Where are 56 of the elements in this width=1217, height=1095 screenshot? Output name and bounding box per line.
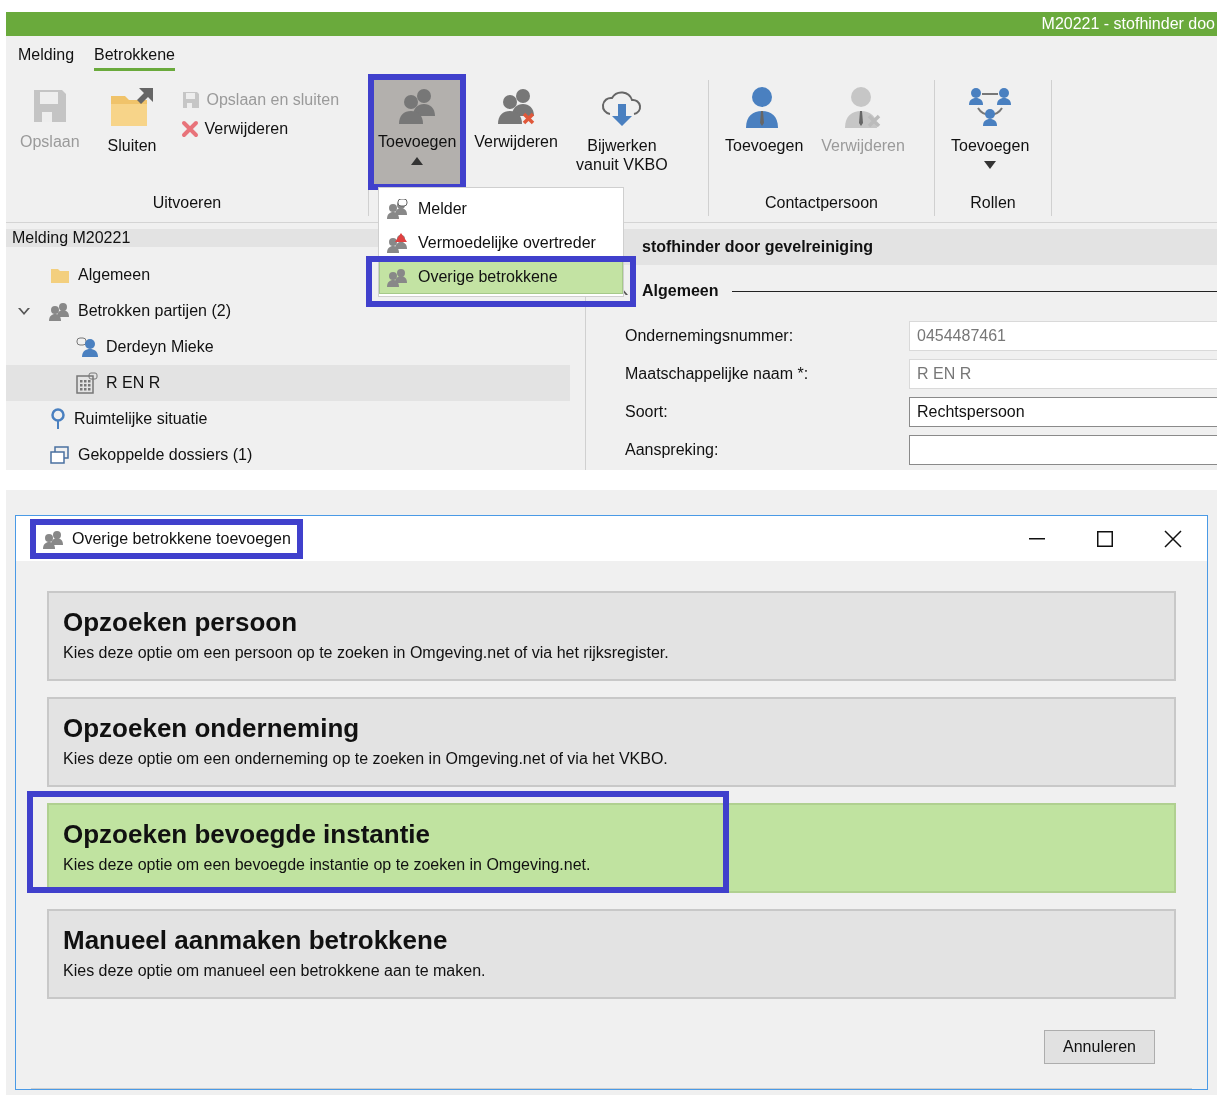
tree-item[interactable]: Ruimtelijke situatie [6,401,570,437]
field-label: Soort: [625,403,669,421]
dialog-title: Overige betrokkene toevoegen [72,529,291,548]
menu-item[interactable]: Vermoedelijke overtreder [379,226,623,260]
people-warning-icon [386,233,408,253]
input-field[interactable]: Rechtspersoon [909,397,1217,427]
input-field[interactable] [909,435,1217,465]
ribbon-button[interactable]: Sluiten [103,80,161,184]
field-label: Maatschappelijke naam *: [625,365,810,383]
people-icon [42,528,64,549]
tree-item[interactable]: Gekoppelde dossiers (1) [6,437,570,470]
field-label: Aanspreking: [625,441,720,459]
chevron-down-icon [18,307,30,315]
people-speech-icon [386,199,408,219]
menu-item[interactable]: Overige betrokkene [379,260,623,294]
floppy-icon [180,90,201,110]
window-title: M20221 - stofhinder doo [1041,15,1215,33]
people-remove-icon [496,86,537,126]
ribbon-tab[interactable]: Melding [18,44,75,71]
option-button[interactable]: Opzoeken onderneming Kies deze optie om een onderneming op te zoeken in Omgeving.net of via het VKBO. [47,697,1176,787]
group-label: Uitvoeren [151,194,223,213]
group-label: Contactpersoon [764,194,879,213]
person-speech-icon [76,337,98,357]
pin-icon [50,408,66,430]
folder-icon [50,266,70,284]
caret-down-icon [984,161,997,169]
ribbon-button[interactable]: Verwijderen [470,80,562,184]
ribbon-button[interactable]: Toevoegen [947,80,1034,184]
panel-title: Melding M20221 [12,229,131,247]
tree-item[interactable]: Derdeyn Mieke [6,329,570,365]
ribbon-button[interactable]: Verwijderen [180,118,340,140]
people-icon [48,301,70,321]
section-title: Algemeen [642,282,719,300]
people-icon [397,86,438,126]
field-label: Ondernemingsnummer: [625,327,795,345]
ribbon-tab[interactable]: Betrokkene [94,44,175,71]
option-button[interactable]: Manueel aanmaken betrokkene Kies deze optie om manueel een betrokkene aan te maken. [47,909,1176,999]
caret-up-icon [411,157,424,165]
group-label: Rollen [969,194,1017,213]
option-button[interactable]: Opzoeken persoon Kies deze optie om een persoon op te zoeken in Omgeving.net of via het rijksregister. [47,591,1176,681]
tree-item[interactable]: R EN R [6,365,570,401]
ribbon-button[interactable]: Toevoegen [721,80,808,184]
building-icon [76,372,98,394]
documents-icon [50,446,70,464]
tree-item[interactable]: Betrokken partijen (2) [6,293,570,329]
maximize-icon[interactable] [1097,530,1113,547]
cancel-button[interactable]: Annuleren [1044,1030,1155,1064]
cross-icon [180,120,199,138]
menu-item[interactable]: Melder [379,192,623,226]
close-icon[interactable] [1164,529,1182,548]
ribbon-button[interactable]: Bijwerken vanuit VKBO [571,80,672,184]
people-icon [386,267,408,287]
option-button[interactable]: Opzoeken bevoegde instantie Kies deze optie om een bevoegde instantie op te zoeken in Omgeving.net. [47,803,1176,893]
minimize-icon[interactable] [1029,537,1045,540]
ribbon-button[interactable]: Toevoegen [374,80,461,184]
panel-title: stofhinder door gevelreiniging [642,238,874,256]
